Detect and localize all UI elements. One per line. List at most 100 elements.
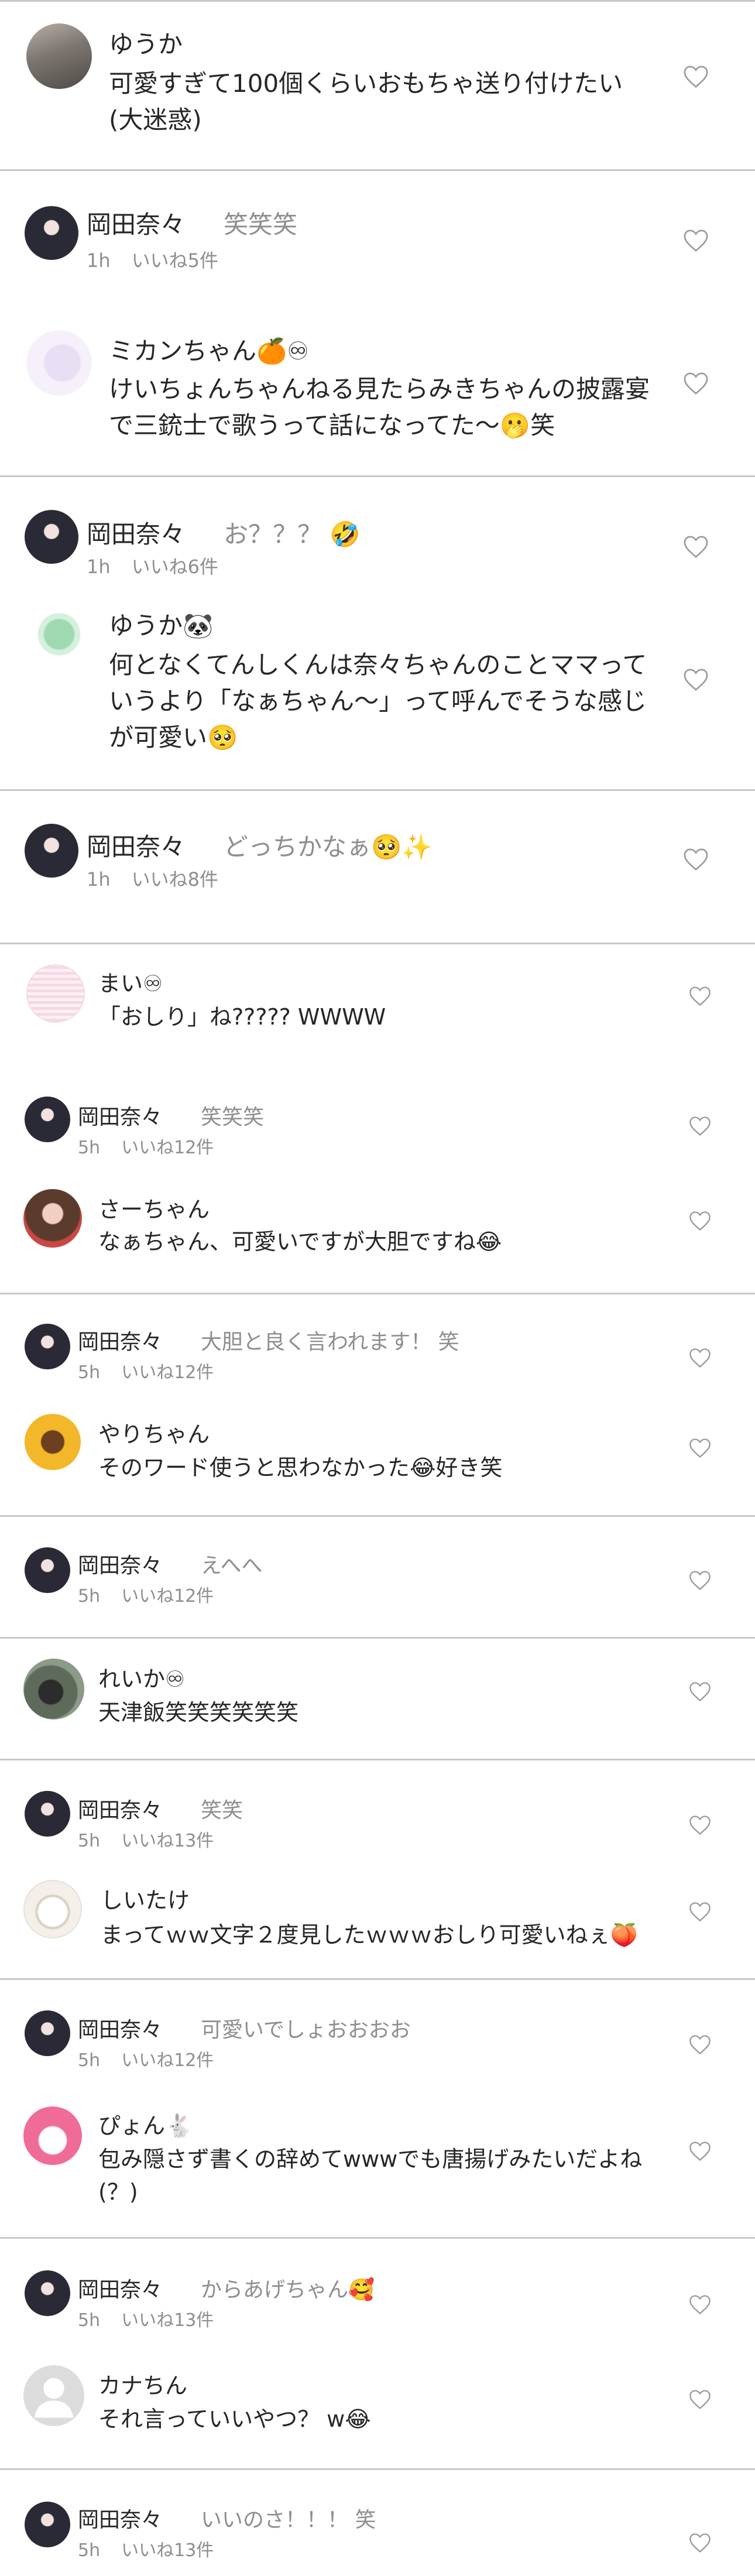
comment-author[interactable]: れいか♾ <box>98 1661 185 1693</box>
timestamp: 1h <box>87 556 111 578</box>
avatar[interactable] <box>25 2010 70 2056</box>
comment-text: そのワード使うと思わなかった😂好き笑 <box>98 1455 503 1481</box>
reply-item: 岡田奈々 笑笑 5h いいね13件 <box>0 1760 755 1860</box>
timestamp: 1h <box>87 868 111 890</box>
reply-author[interactable]: 岡田奈々 <box>78 1554 162 1578</box>
like-count[interactable]: いいね12件 <box>121 2050 214 2071</box>
like-heart-icon[interactable] <box>682 228 709 253</box>
avatar[interactable] <box>25 824 78 878</box>
like-count[interactable]: いいね12件 <box>121 1138 214 1158</box>
reply-item: 岡田奈々 可愛いでしょおおおお 5h いいね12件 <box>0 1980 755 2084</box>
like-count[interactable]: いいね12件 <box>121 1586 214 1606</box>
reply-author[interactable]: 岡田奈々 <box>78 2508 162 2532</box>
like-count[interactable]: いいね13件 <box>121 2310 214 2331</box>
like-heart-icon[interactable] <box>688 1210 712 1232</box>
like-heart-icon[interactable] <box>688 2532 712 2554</box>
like-heart-icon[interactable] <box>688 1570 712 1591</box>
avatar[interactable] <box>25 1414 81 1470</box>
comment-text: けいちょんちゃんねる見たらみきちゃんの披露宴で三銃士で歌うって話になってた～🫢笑 <box>109 375 650 440</box>
like-heart-icon[interactable] <box>682 535 709 559</box>
like-heart-icon[interactable] <box>688 1681 712 1703</box>
like-heart-icon[interactable] <box>688 1437 712 1459</box>
comment-item: カナちん それ言っていいやつ？ w😂 <box>0 2344 755 2468</box>
reply-meta: 5h いいね12件 <box>78 1358 214 1383</box>
reply-text: 大胆と良く言われます！ 笑 <box>201 1330 459 1354</box>
reply-text: 笑笑 <box>201 1799 243 1823</box>
comment-author[interactable]: ゆうか🐼 <box>109 606 213 642</box>
reply-meta: 5h いいね12件 <box>78 2046 214 2071</box>
avatar[interactable] <box>23 2365 84 2426</box>
like-heart-icon[interactable] <box>688 2140 712 2162</box>
reply-item: 岡田奈々 笑笑笑 1h いいね5件 <box>0 171 755 306</box>
comment-author[interactable]: やりちゃん <box>98 1416 210 1448</box>
avatar[interactable] <box>25 1791 70 1837</box>
like-heart-icon[interactable] <box>688 2389 712 2410</box>
avatar[interactable] <box>26 330 92 396</box>
like-count[interactable]: いいね6件 <box>132 556 218 578</box>
like-heart-icon[interactable] <box>682 371 709 396</box>
comment-item: まい♾ 「おしり」ね????? WWWW <box>0 944 755 1067</box>
reply-line: 岡田奈々 いいのさ！！！ 笑 <box>78 2503 376 2533</box>
avatar[interactable] <box>26 605 92 670</box>
comment-text: 何となくてんしくんは奈々ちゃんのことママっていうより「なぁちゃん～」って呼んでそ… <box>109 650 647 752</box>
avatar[interactable] <box>23 2106 82 2165</box>
comment-author[interactable]: ゆうか <box>109 25 183 60</box>
reply-line: 岡田奈々 お？？？ 🤣 <box>87 515 361 550</box>
reply-author[interactable]: 岡田奈々 <box>78 2018 162 2042</box>
avatar[interactable] <box>25 1097 70 1142</box>
avatar[interactable] <box>26 23 92 89</box>
like-heart-icon[interactable] <box>688 985 712 1007</box>
reply-author[interactable]: 岡田奈々 <box>78 1105 162 1129</box>
comment-author[interactable]: さーちゃん <box>98 1191 210 1224</box>
comment-author[interactable]: まい♾ <box>98 965 163 998</box>
comment-text: 可愛すぎて100個くらいおもちゃ送り付けたい(大迷惑) <box>109 69 623 135</box>
like-count[interactable]: いいね12件 <box>121 1362 214 1383</box>
avatar[interactable] <box>26 964 85 1023</box>
reply-item: 岡田奈々 笑笑笑 5h いいね12件 <box>0 1067 755 1167</box>
reply-line: 岡田奈々 からあげちゃん🥰 <box>78 2273 375 2303</box>
reply-author[interactable]: 岡田奈々 <box>87 210 185 239</box>
timestamp: 5h <box>78 2540 101 2561</box>
like-heart-icon[interactable] <box>688 1901 712 1923</box>
comment-author[interactable]: カナちん <box>98 2368 187 2400</box>
like-count[interactable]: いいね13件 <box>121 1831 214 1851</box>
like-heart-icon[interactable] <box>682 64 709 89</box>
avatar[interactable] <box>25 1547 70 1593</box>
like-heart-icon[interactable] <box>682 847 709 872</box>
like-heart-icon[interactable] <box>682 667 709 692</box>
avatar[interactable] <box>25 2502 70 2547</box>
reply-line: 岡田奈々 どっちかなぁ🥺✨ <box>87 827 433 863</box>
avatar[interactable] <box>25 2270 70 2316</box>
like-heart-icon[interactable] <box>688 1814 712 1836</box>
comment-author[interactable]: しいたけ <box>101 1882 190 1914</box>
avatar[interactable] <box>25 206 78 260</box>
reply-author[interactable]: 岡田奈々 <box>78 2278 162 2302</box>
avatar[interactable] <box>25 510 78 564</box>
comment-text: 包み隠さず書くの辞めてwwwでも唐揚げみたいだよね(？) <box>98 2146 643 2205</box>
reply-item: 岡田奈々 いいのさ！！！ 笑 5h いいね13件 <box>0 2470 755 2576</box>
like-count[interactable]: いいね13件 <box>121 2540 214 2561</box>
reply-text: 可愛いでしょおおおお <box>201 2018 411 2042</box>
avatar[interactable] <box>23 1880 82 1938</box>
avatar[interactable] <box>23 1659 84 1719</box>
reply-item: 岡田奈々 どっちかなぁ🥺✨ 1h いいね8件 <box>0 791 755 943</box>
comment-author[interactable]: ぴょん🐇 <box>98 2108 193 2140</box>
reply-author[interactable]: 岡田奈々 <box>87 833 185 861</box>
avatar[interactable] <box>23 1189 82 1248</box>
reply-author[interactable]: 岡田奈々 <box>87 520 185 549</box>
avatar[interactable] <box>25 1324 70 1369</box>
like-count[interactable]: いいね8件 <box>132 868 218 890</box>
comment-item: さーちゃん なぁちゃん、可愛いですが大胆ですね😂 <box>0 1167 755 1293</box>
comment-item: ゆうか 可愛すぎて100個くらいおもちゃ送り付けたい(大迷惑) <box>0 0 755 169</box>
reply-author[interactable]: 岡田奈々 <box>78 1799 162 1823</box>
reply-item: 岡田奈々 大胆と良く言われます！ 笑 5h いいね12件 <box>0 1294 755 1388</box>
like-heart-icon[interactable] <box>688 2294 712 2315</box>
like-count[interactable]: いいね5件 <box>132 249 218 272</box>
comment-author[interactable]: ミカンちゃん🍊♾ <box>109 331 309 367</box>
reply-meta: 5h いいね13件 <box>78 2536 214 2561</box>
reply-author[interactable]: 岡田奈々 <box>78 1330 162 1354</box>
like-heart-icon[interactable] <box>688 1115 712 1137</box>
reply-text: 笑笑笑 <box>201 1105 265 1129</box>
like-heart-icon[interactable] <box>688 1347 712 1369</box>
like-heart-icon[interactable] <box>688 2034 712 2056</box>
